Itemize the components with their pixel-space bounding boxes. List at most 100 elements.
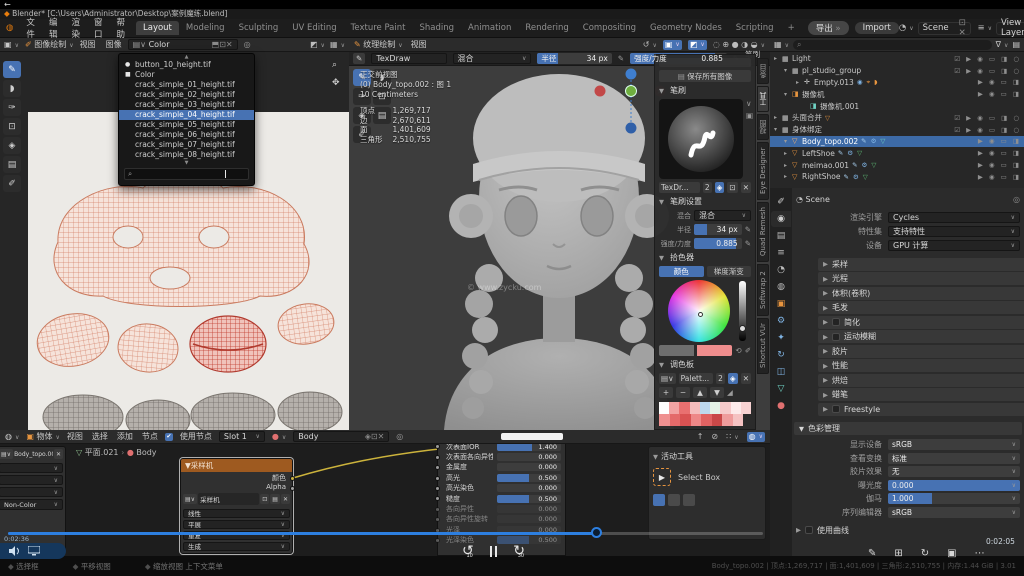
principled-bsdf-node[interactable]: 次表面颜色 次表面IOR 1.400 次表面各向异性 0.000 — [437, 430, 566, 556]
bsdf-input-row[interactable]: 糙度 0.500 — [438, 493, 565, 503]
palette-color[interactable] — [700, 402, 710, 414]
value-slider[interactable] — [739, 281, 746, 341]
view-menu[interactable]: 视图 — [411, 39, 427, 50]
outliner-search[interactable]: ⌕ — [793, 40, 992, 50]
scroll-down-icon[interactable]: ▼ — [119, 160, 254, 166]
add-workspace-tab[interactable]: + — [781, 21, 802, 35]
field-control[interactable]: 标准∨ — [888, 453, 1020, 464]
workspace-tab[interactable]: Layout — [136, 21, 179, 35]
palette-color[interactable] — [659, 414, 670, 426]
subsurface-color-swatch[interactable] — [501, 433, 563, 440]
input-socket[interactable] — [435, 517, 440, 522]
bsdf-input-row[interactable]: 高光染色 0.000 — [438, 483, 565, 493]
node-dropdown[interactable]: ∨ — [0, 487, 63, 497]
field-dropdown[interactable]: GPU 计算∨ — [888, 240, 1020, 251]
swap-colors-icon[interactable]: ⟲ — [735, 346, 741, 355]
expand-icon[interactable]: ▾ — [784, 91, 792, 98]
input-socket[interactable] — [435, 538, 440, 543]
color-output-socket[interactable] — [290, 476, 295, 481]
unlink-icon[interactable]: ✕ — [741, 182, 751, 193]
palette-browse-icon[interactable]: ▤∨ — [659, 373, 676, 384]
panel-section-header[interactable]: ▶ 毛发 ≡ — [818, 301, 1024, 314]
pin-icon[interactable]: ◎ — [1013, 195, 1020, 204]
video-volume-bar[interactable] — [0, 543, 66, 559]
section-checkbox[interactable] — [832, 333, 840, 341]
pan-gizmo-icon[interactable]: ✥ — [332, 78, 340, 88]
save-all-images-button[interactable]: ▤ 保存所有图像 — [659, 70, 751, 82]
brush-name-field[interactable]: TexDraw — [371, 53, 446, 64]
pressure-icon[interactable]: ✎ — [745, 225, 751, 234]
copy-icon[interactable]: ⊡ — [260, 494, 269, 504]
select-mode-subtract-icon[interactable] — [683, 494, 695, 506]
input-socket[interactable] — [435, 444, 440, 449]
panel-section-header[interactable]: ▶ 性能 ≡ — [818, 359, 1024, 372]
palette-color[interactable] — [733, 414, 744, 426]
menu-item[interactable]: 窗口 — [87, 16, 110, 40]
filter-icon[interactable]: ∇∨ — [996, 40, 1009, 49]
material-selector[interactable]: Body◈⊡✕ — [293, 431, 389, 442]
editor-type-icon[interactable]: ▣∨ — [4, 40, 19, 49]
forward-30-button[interactable]: ↻30 — [513, 544, 525, 558]
panel-section-header[interactable]: ▶ 胶片 ≡ — [818, 345, 1024, 358]
palette-color[interactable] — [712, 414, 723, 426]
expand-icon[interactable]: ▸ — [784, 162, 792, 169]
panel-section-header[interactable]: ▶ 简化 ≡ — [818, 316, 1024, 329]
outliner-row[interactable]: ▸ ▽ meimao.001 ✎ ⚙ ▽ ▶ ◉ ▭ ◨ — [770, 159, 1024, 171]
outliner-display-mode-icon[interactable]: ▦∨ — [774, 40, 789, 49]
bsdf-input-row[interactable]: 次表面各向异性 0.000 — [438, 452, 565, 462]
sidebar-tab[interactable]: Softwrap 2 — [757, 264, 769, 316]
visibility-toggles[interactable]: ▶ ◉ ▭ ◨ — [978, 90, 1021, 98]
texture-list-item[interactable]: crack_simple_05_height.tif — [119, 120, 254, 130]
outliner-row[interactable]: ▾ ▦ pl_studio_group ☑ ▶ ◉ ▭ ◨ ○ — [770, 65, 1024, 77]
shader-editor[interactable]: ▤∨ Body_topo.002 ✕ ∨ ∨ ∨ Non-Color∨ ▼采样机… — [0, 430, 770, 556]
shader-type-dropdown[interactable]: ▣ 物体∨ — [26, 431, 60, 442]
properties-tab-icon[interactable]: ▤ — [771, 228, 791, 244]
palette-users-count[interactable]: 2 — [716, 373, 725, 384]
palette-move-up-button[interactable]: ▲ — [693, 387, 707, 398]
bsdf-input-row[interactable]: 各向异性旋转 0.000 — [438, 514, 565, 524]
unlink-icon[interactable]: ✕ — [281, 494, 290, 504]
unlink-icon[interactable]: ✕ — [54, 449, 63, 459]
select-box-icon[interactable]: ▶ — [653, 468, 671, 486]
rewind-10-button[interactable]: ↺10 — [462, 544, 474, 558]
outliner-row[interactable]: ▾ ▽ Body_topo.002 ✎ ⚙ ▽ ▶ ◉ ▭ ◨ — [770, 136, 1024, 148]
palette-remove-button[interactable]: − — [676, 387, 690, 398]
select-mode-new-icon[interactable] — [653, 494, 665, 506]
color-wheel-cursor[interactable] — [698, 312, 703, 317]
note-icon[interactable]: ✎ — [868, 548, 876, 559]
input-socket[interactable] — [435, 476, 440, 481]
more-icon[interactable]: ⋯ — [975, 548, 985, 559]
bsdf-input-row[interactable]: 高光 0.500 — [438, 473, 565, 483]
expand-icon[interactable]: ▸ — [784, 150, 792, 157]
texture-list-item[interactable]: crack_simple_06_height.tif — [119, 130, 254, 140]
field-control[interactable]: 0.000∨ — [888, 480, 1020, 491]
field-control[interactable]: 1.000∨ — [888, 493, 1020, 504]
node-header[interactable]: ▼采样机 — [181, 459, 292, 472]
expand-icon[interactable]: ▸ — [796, 79, 804, 86]
node-dropdown[interactable]: ∨ — [0, 463, 63, 473]
brush-users-count[interactable]: 2 — [703, 182, 712, 193]
palette-move-down-button[interactable]: ▼ — [710, 387, 724, 398]
pressure-icon[interactable]: ✎ — [745, 239, 751, 248]
tool-button[interactable]: ⊡ — [3, 118, 21, 135]
zoom-gizmo-icon[interactable]: ⌕ — [332, 60, 337, 70]
secondary-color-swatch[interactable] — [659, 345, 694, 356]
workspace-tab[interactable]: Shading — [412, 21, 461, 35]
menu-item[interactable]: 编辑 — [42, 16, 65, 40]
tool-button[interactable]: ✐ — [3, 175, 21, 192]
picker-tab[interactable]: 颜色 — [659, 266, 704, 277]
unlink-icon[interactable]: ✕ — [741, 373, 751, 384]
brush-datablock[interactable]: TexDr... — [659, 182, 700, 193]
palette-color[interactable] — [701, 414, 712, 426]
blend-dropdown[interactable]: 混合∨ — [694, 210, 751, 221]
pin-icon[interactable]: ◎ — [244, 40, 251, 49]
texture-list-item[interactable]: crack_simple_08_height.tif — [119, 150, 254, 160]
slot-dropdown[interactable]: Slot 1∨ — [219, 431, 265, 442]
workspace-tab[interactable]: Rendering — [518, 21, 575, 35]
sidebar-tab[interactable]: 工具 — [757, 86, 769, 112]
pin-icon[interactable]: ◎ — [396, 432, 403, 441]
sidebar-tab[interactable]: Eye Designer — [757, 142, 769, 200]
strength-slider-panel[interactable]: 0.885 — [694, 238, 742, 249]
properties-tab-icon[interactable]: ◉ — [771, 211, 791, 227]
menu-item[interactable]: 渲染 — [64, 16, 87, 40]
